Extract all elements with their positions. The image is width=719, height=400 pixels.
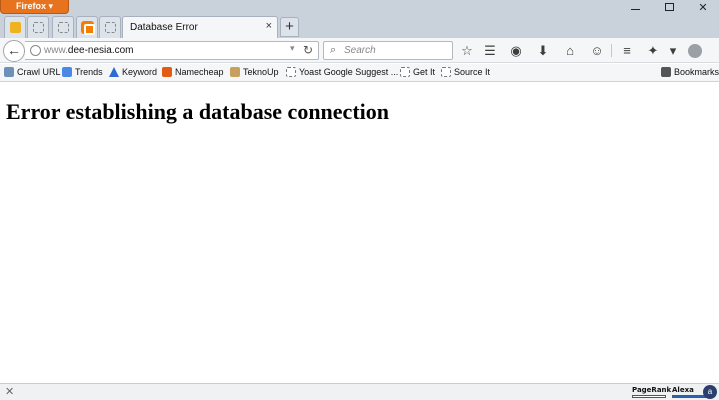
close-window-button[interactable]: ✕: [686, 0, 719, 14]
google-icon: [62, 67, 72, 77]
crawl-icon: [4, 67, 14, 77]
search-placeholder: Search: [344, 45, 376, 56]
back-button[interactable]: ←: [3, 40, 25, 62]
bookmark-trends[interactable]: Trends: [62, 67, 103, 77]
hello-chat-icon[interactable]: ☺: [589, 43, 605, 59]
minimize-icon: [630, 8, 640, 10]
blank-page-icon: [441, 67, 451, 77]
teknoup-icon: [230, 67, 240, 77]
home-icon[interactable]: ⌂: [562, 43, 578, 59]
page-content: Error establishing a database connection: [0, 83, 719, 383]
alexa-bar: [672, 395, 706, 398]
tab-title: Database Error: [130, 22, 198, 33]
maximize-button[interactable]: [652, 0, 686, 14]
blogger-icon: [80, 21, 95, 35]
folder-icon: [9, 22, 21, 33]
pocket-icon[interactable]: ◉: [508, 43, 524, 59]
adwords-icon: [109, 67, 119, 77]
close-addon-bar-icon[interactable]: ✕: [5, 385, 14, 398]
pinned-tab-2[interactable]: [27, 16, 49, 38]
blank-page-icon: [286, 67, 296, 77]
download-icon[interactable]: ⬇: [535, 43, 551, 59]
bookmark-star-icon[interactable]: ☆: [459, 43, 475, 59]
close-tab-icon[interactable]: ×: [266, 20, 272, 32]
bookmark-crawl-url[interactable]: Crawl URL: [4, 67, 61, 77]
pinned-tab-4[interactable]: [99, 16, 121, 38]
tab-database-error[interactable]: Database Error ×: [122, 16, 278, 39]
bookmark-teknoup[interactable]: TeknoUp: [230, 67, 279, 77]
globe-icon: [30, 45, 41, 56]
toolbar-separator: [611, 44, 612, 57]
navigation-toolbar: ← www.dee-nesia.com ▾ ↻ ⌕ Search ☆ ☰ ◉ ⬇…: [0, 38, 719, 63]
bookmarks-toolbar: Crawl URL Trends Keyword Namecheap Tekno…: [0, 64, 719, 82]
pagerank-bar: [632, 395, 666, 398]
url-text[interactable]: www.dee-nesia.com: [44, 45, 134, 56]
reading-list-icon[interactable]: ☰: [482, 43, 498, 59]
url-host: dee-nesia.com: [67, 45, 134, 56]
new-tab-button[interactable]: +: [280, 17, 299, 37]
pinned-tab-blogger[interactable]: [76, 16, 98, 38]
menu-icon[interactable]: ≡: [619, 43, 635, 59]
pinned-tab-1[interactable]: [4, 16, 26, 38]
avatar[interactable]: [688, 44, 702, 58]
addon-dropdown-icon[interactable]: ▾: [665, 43, 681, 59]
bookmark-yoast-google-suggest[interactable]: Yoast Google Suggest ...: [286, 67, 398, 77]
addon-bar: ✕ PageRank Alexa a: [0, 383, 719, 400]
maximize-icon: [664, 3, 674, 11]
search-icon: ⌕: [330, 44, 337, 56]
pinned-tab-3[interactable]: [52, 16, 74, 38]
bookmark-source-it[interactable]: Source It: [441, 67, 490, 77]
bookmark-namecheap[interactable]: Namecheap: [162, 67, 224, 77]
addon-badge-icon[interactable]: a: [703, 385, 717, 399]
addon-icon[interactable]: ✦: [645, 43, 661, 59]
alexa-widget[interactable]: Alexa: [672, 386, 706, 398]
title-bar: Firefox ▾ ✕ Database Error × +: [0, 0, 719, 39]
blank-page-icon: [32, 22, 44, 33]
reload-icon[interactable]: ↻: [303, 43, 313, 57]
bookmarks-menu-button[interactable]: Bookmarks: [661, 67, 719, 77]
minimize-button[interactable]: [618, 0, 652, 14]
namecheap-icon: [162, 67, 172, 77]
bookmark-keyword[interactable]: Keyword: [109, 67, 157, 77]
bookmark-get-it[interactable]: Get It: [400, 67, 435, 77]
search-input[interactable]: ⌕ Search: [323, 41, 453, 60]
pagerank-widget[interactable]: PageRank: [632, 386, 671, 398]
blank-page-icon: [400, 67, 410, 77]
url-prefix: www.: [44, 45, 68, 56]
firefox-menu-button[interactable]: Firefox ▾: [0, 0, 69, 14]
blank-page-icon: [104, 22, 116, 33]
url-bar[interactable]: www.dee-nesia.com ▾ ↻: [25, 41, 319, 60]
url-history-dropdown-icon[interactable]: ▾: [290, 43, 295, 54]
bookmarks-star-icon: [661, 67, 671, 77]
blank-page-icon: [57, 22, 69, 33]
page-title: Error establishing a database connection: [6, 99, 389, 124]
